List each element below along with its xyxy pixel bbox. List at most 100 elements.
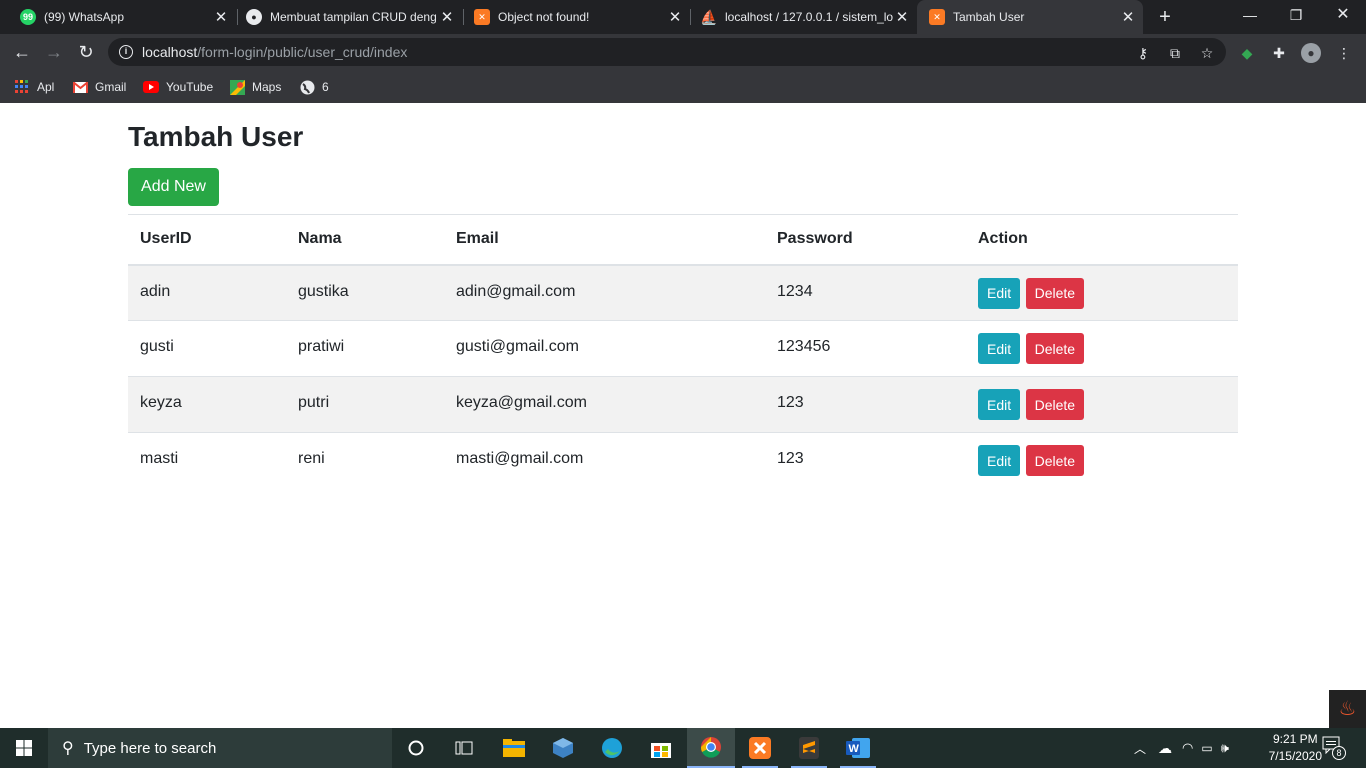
onedrive-icon[interactable]: ☁	[1158, 740, 1172, 757]
page-title: Tambah User	[128, 121, 304, 152]
reload-button[interactable]: ↻	[74, 40, 98, 64]
cell-email: keyza@gmail.com	[444, 376, 765, 433]
column-header-action: Action	[966, 214, 1238, 266]
menu-icon[interactable]: ⋮	[1334, 43, 1354, 63]
avatar[interactable]: ●	[1301, 43, 1321, 63]
bookmark-label: Gmail	[95, 80, 127, 94]
tab-tambah-user[interactable]: ✕ Tambah User ✕	[917, 0, 1143, 34]
info-icon[interactable]: i	[119, 45, 133, 59]
word-icon[interactable]: W	[834, 728, 882, 768]
star-icon[interactable]: ☆	[1198, 44, 1216, 62]
xampp-taskbar-icon[interactable]	[736, 728, 784, 768]
notification-icon[interactable]: 8	[1322, 736, 1346, 760]
chevron-up-icon[interactable]: ︿	[1134, 740, 1146, 757]
battery-icon[interactable]: ▭	[1201, 741, 1212, 755]
close-icon[interactable]: ✕	[1119, 8, 1137, 26]
puzzle-icon[interactable]: ✚	[1269, 43, 1289, 63]
minimize-button[interactable]: —	[1227, 0, 1273, 32]
bookmark-gmail[interactable]: Gmail	[72, 76, 126, 98]
cell-userid: adin	[128, 264, 286, 321]
tab-title: localhost / 127.0.0.1 / sistem_lo	[725, 10, 893, 24]
edit-button[interactable]: Edit	[978, 445, 1021, 476]
bookmark-6[interactable]: 6	[299, 76, 329, 98]
delete-button[interactable]: Delete	[1025, 445, 1085, 476]
apps-grid-icon	[14, 79, 30, 95]
start-button[interactable]	[0, 728, 48, 768]
clock-time: 9:21 PM	[1272, 732, 1318, 746]
add-new-button[interactable]: Add New	[128, 168, 219, 206]
file-explorer-icon[interactable]	[490, 728, 538, 768]
edit-button[interactable]: Edit	[978, 333, 1021, 364]
delete-button[interactable]: Delete	[1025, 333, 1085, 364]
delete-button[interactable]: Delete	[1025, 389, 1085, 420]
tab-title: Membuat tampilan CRUD deng	[270, 10, 437, 24]
edit-button[interactable]: Edit	[978, 277, 1021, 309]
search-placeholder: Type here to search	[83, 739, 217, 757]
debug-toolbar-icon[interactable]: ♨	[1329, 690, 1366, 728]
new-tab-button[interactable]: +	[1154, 6, 1176, 28]
cell-action: Edit Delete	[966, 320, 1238, 377]
sublime-text-icon[interactable]	[785, 728, 833, 768]
address-bar[interactable]: i localhost/form-login/public/user_crud/…	[108, 38, 1226, 66]
tab-strip: 99 (99) WhatsApp ✕ ● Membuat tampilan CR…	[0, 0, 1366, 34]
cell-email: adin@gmail.com	[444, 264, 765, 321]
forward-button[interactable]: →	[42, 40, 66, 64]
github-icon: ●	[246, 9, 262, 25]
delete-button[interactable]: Delete	[1025, 277, 1085, 309]
bookmark-apps[interactable]: Apl	[14, 76, 54, 98]
table-header-row: UserID Nama Email Password Action	[128, 214, 1238, 266]
windows-icon	[16, 740, 32, 756]
bookmark-maps[interactable]: Maps	[229, 76, 281, 98]
cortana-icon[interactable]	[392, 728, 440, 768]
key-icon[interactable]: ⚷	[1134, 44, 1152, 62]
close-window-button[interactable]: ✕	[1320, 0, 1366, 32]
extension-icon[interactable]: ◆	[1237, 43, 1257, 63]
cell-userid: gusti	[128, 320, 286, 377]
edge-icon[interactable]	[588, 728, 636, 768]
column-header-password: Password	[765, 214, 966, 266]
globe-icon	[299, 79, 315, 95]
bookmark-youtube[interactable]: YouTube	[143, 76, 213, 98]
cell-password: 123	[765, 432, 966, 489]
task-view-icon[interactable]	[440, 728, 488, 768]
store-icon[interactable]	[637, 728, 685, 768]
table-row: masti reni masti@gmail.com 123 Edit Dele…	[128, 432, 1238, 489]
bookmark-label: Maps	[252, 80, 282, 94]
back-button[interactable]: ←	[10, 40, 34, 64]
table-row: gusti pratiwi gusti@gmail.com 123456 Edi…	[128, 320, 1238, 377]
tab-github[interactable]: ● Membuat tampilan CRUD deng ✕	[226, 0, 462, 34]
close-icon[interactable]: ✕	[893, 8, 911, 26]
maps-icon	[229, 79, 245, 95]
cell-userid: masti	[128, 432, 286, 489]
url-text: localhost/form-login/public/user_crud/in…	[142, 44, 408, 60]
chrome-taskbar-icon[interactable]	[687, 728, 735, 768]
cell-password: 123456	[765, 320, 966, 377]
youtube-icon	[143, 79, 159, 95]
restore-button[interactable]: ❐	[1273, 0, 1319, 32]
volume-icon[interactable]: 🕪	[1221, 740, 1229, 756]
edit-button[interactable]: Edit	[978, 389, 1021, 420]
bookmark-label: Apl	[37, 80, 55, 94]
windows-taskbar: ⚲ Type here to search W ︿ ☁ ◠ ▭ 🕪 9:21 P…	[0, 728, 1366, 768]
cell-password: 1234	[765, 264, 966, 321]
cell-action: Edit Delete	[966, 432, 1238, 489]
column-header-userid: UserID	[128, 214, 286, 266]
wifi-icon[interactable]: ◠	[1182, 740, 1193, 756]
bookmark-label: 6	[322, 80, 329, 94]
user-table: UserID Nama Email Password Action adin g…	[128, 214, 1238, 489]
bookmark-label: YouTube	[166, 80, 214, 94]
xampp-icon: ✕	[929, 9, 945, 25]
tab-phpmyadmin[interactable]: ⛵ localhost / 127.0.0.1 / sistem_lo ✕	[681, 0, 917, 34]
tab-title: (99) WhatsApp	[44, 10, 125, 24]
virtualbox-icon[interactable]	[539, 728, 587, 768]
taskbar-clock[interactable]: 9:21 PM 7/15/2020	[1269, 731, 1322, 765]
whatsapp-icon: 99	[20, 9, 36, 25]
translate-icon[interactable]: ⧉	[1166, 44, 1184, 62]
gmail-icon	[72, 79, 88, 95]
taskbar-search[interactable]: ⚲ Type here to search	[48, 728, 392, 768]
tab-object-not-found[interactable]: ✕ Object not found! ✕	[454, 0, 690, 34]
tab-title: Tambah User	[953, 10, 1025, 24]
phpmyadmin-icon: ⛵	[700, 8, 718, 25]
column-header-email: Email	[444, 214, 765, 266]
tab-whatsapp[interactable]: 99 (99) WhatsApp ✕	[0, 0, 236, 34]
